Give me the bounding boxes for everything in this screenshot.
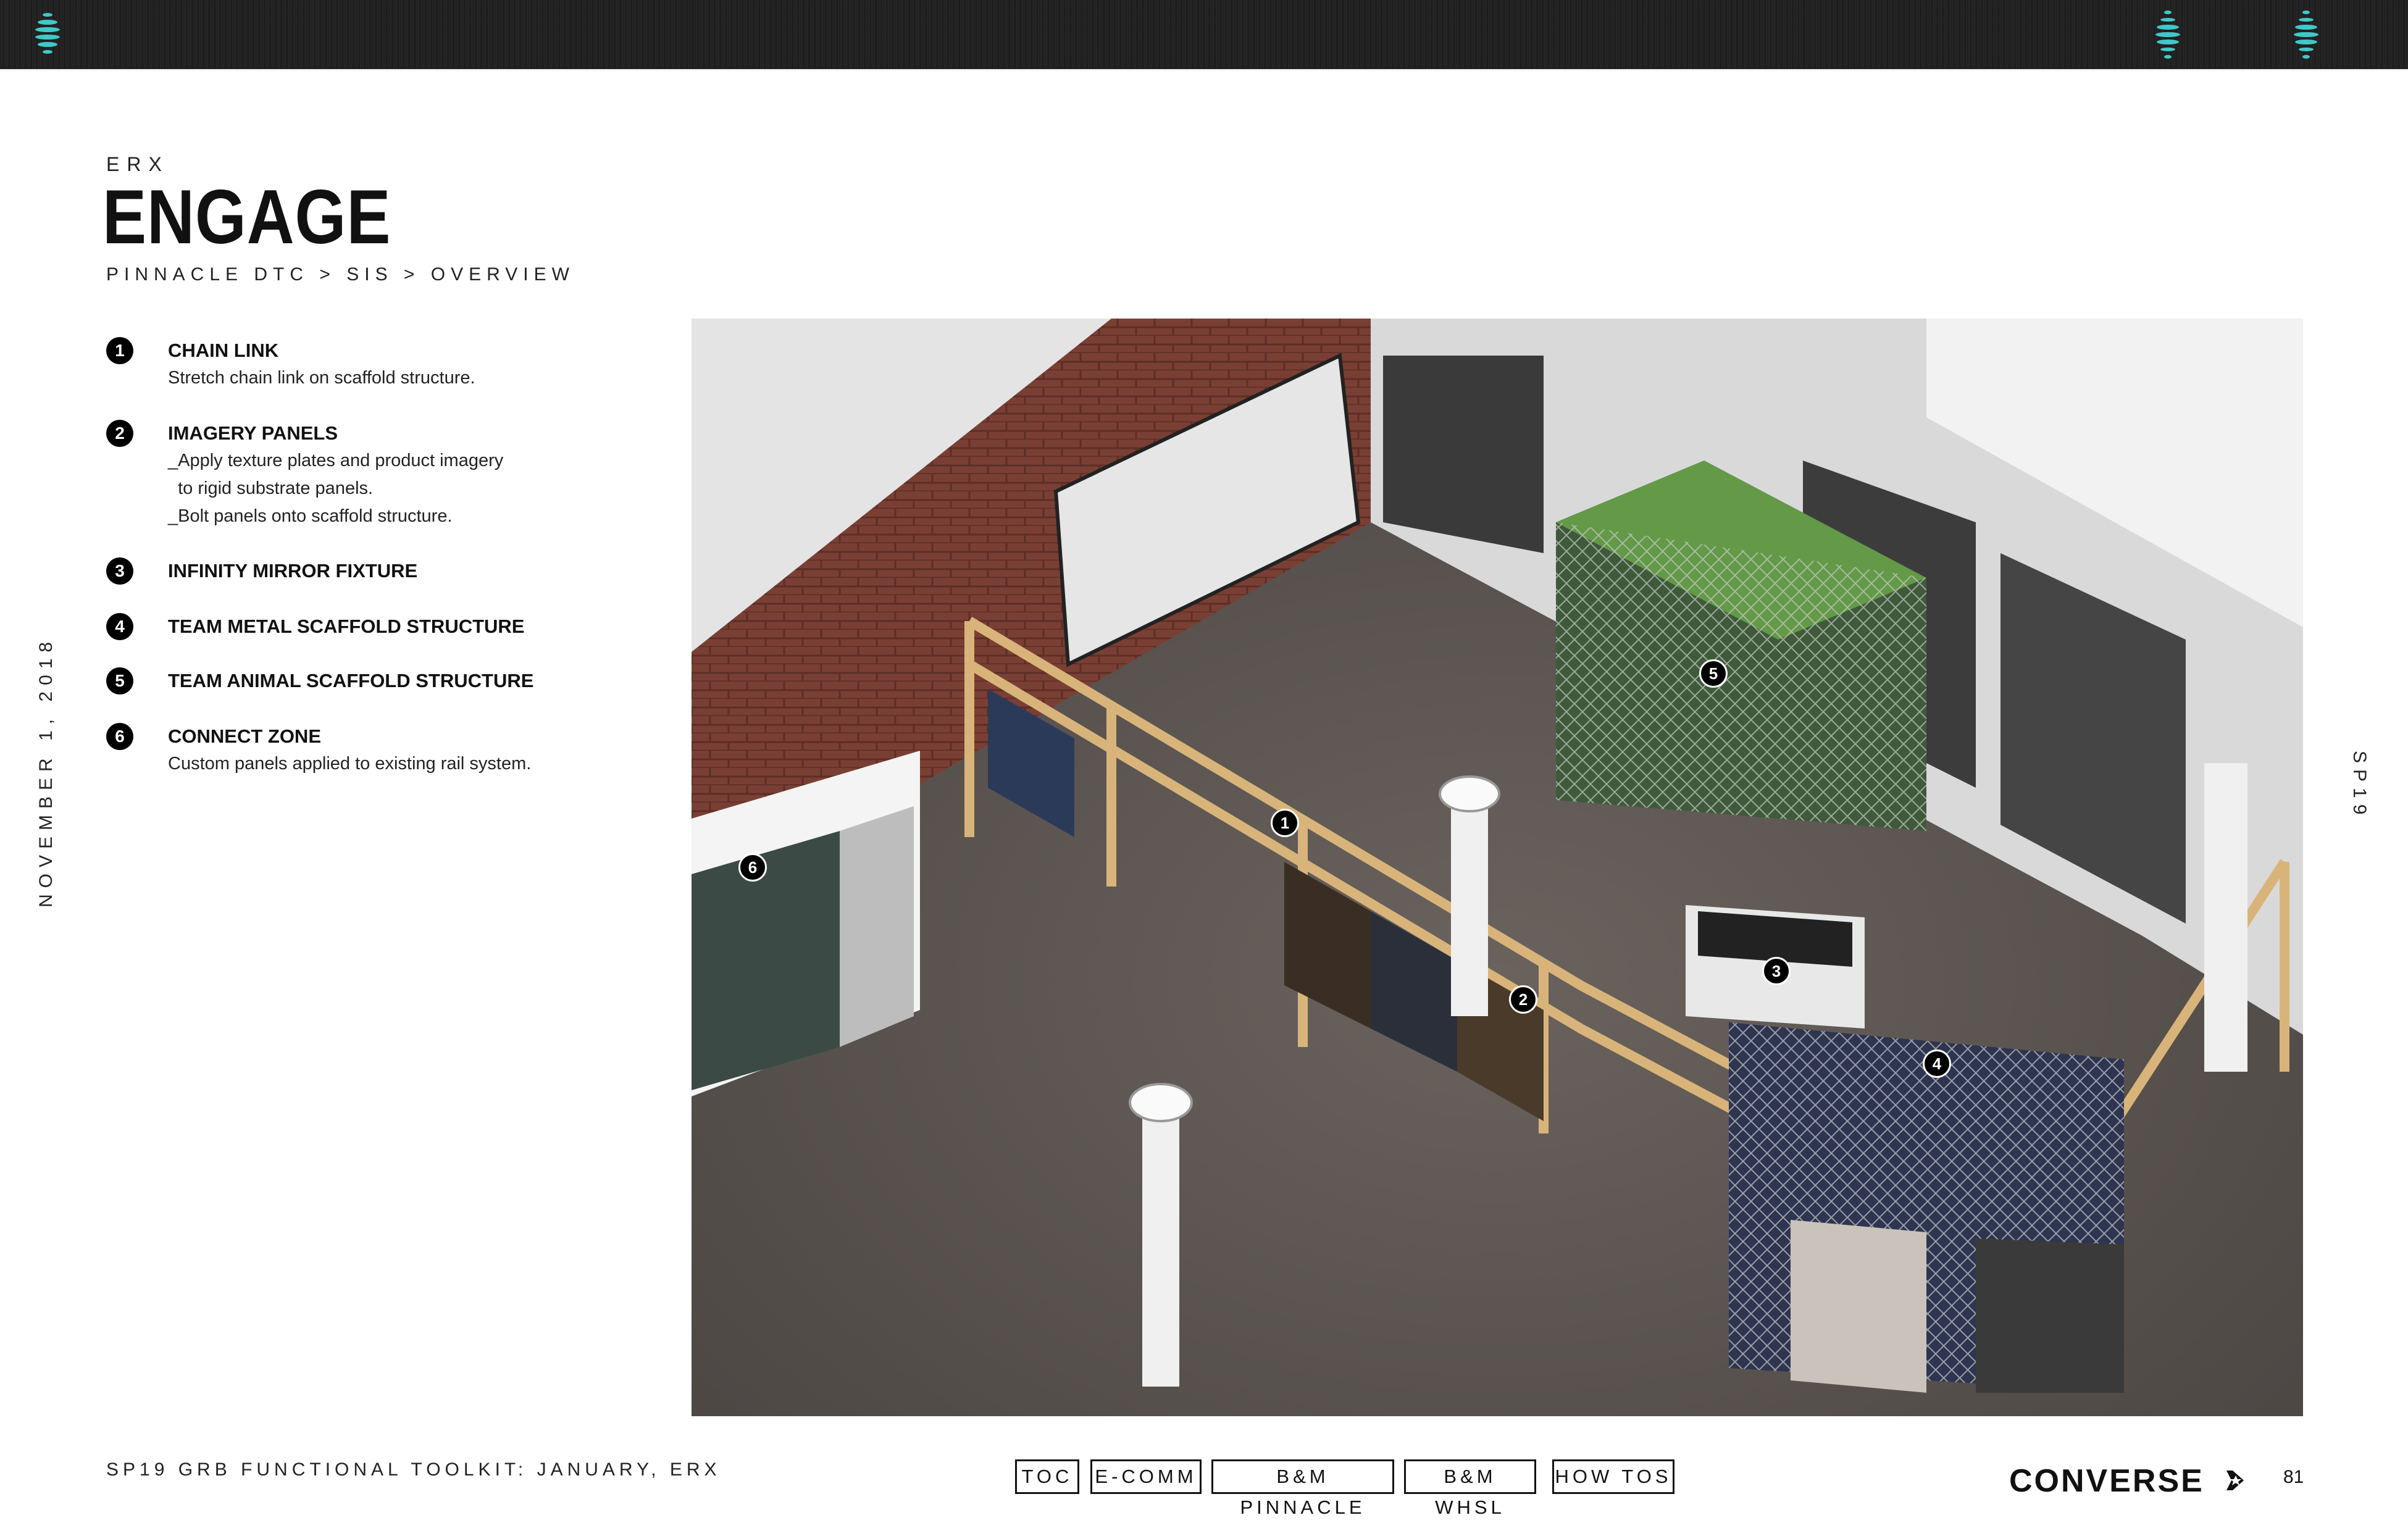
legend-title: CHAIN LINK: [168, 340, 279, 361]
side-date-label: NOVEMBER 1, 2018: [36, 635, 56, 908]
toolkit-footer: SP19 GRB FUNCTIONAL TOOLKIT: JANUARY, ER…: [106, 1459, 721, 1480]
legend-title: IMAGERY PANELS: [168, 422, 338, 444]
marker-4: 4: [1923, 1049, 1951, 1078]
converse-logo: CONVERSE: [2009, 1463, 2204, 1499]
legend-title: INFINITY MIRROR FIXTURE: [168, 560, 418, 582]
legend-title: TEAM ANIMAL SCAFFOLD STRUCTURE: [168, 670, 534, 691]
page-title: ENGAGE: [102, 175, 391, 260]
number-badge: 2: [106, 420, 133, 447]
section-eyebrow: ERX: [106, 153, 169, 175]
wave-icon: [2294, 10, 2318, 59]
wave-icon: [2155, 10, 2180, 59]
number-badge: 3: [106, 557, 133, 585]
legend-item-team-animal: 5 TEAM ANIMAL SCAFFOLD STRUCTURE: [106, 667, 662, 723]
legend-desc: Custom panels applied to existing rail s…: [168, 754, 532, 774]
side-season-label: SP19: [2349, 751, 2370, 821]
legend-item-chain-link: 1 CHAIN LINK Stretch chain link on scaff…: [106, 337, 662, 420]
nav-button-bm-pinnacle[interactable]: B&M PINNACLE: [1211, 1459, 1394, 1518]
breadcrumb: PINNACLE DTC > SIS > OVERVIEW: [106, 264, 575, 285]
legend-title: TEAM METAL SCAFFOLD STRUCTURE: [168, 615, 525, 637]
legend-desc: Stretch chain link on scaffold structure…: [168, 368, 475, 388]
legend-title: CONNECT ZONE: [168, 725, 321, 747]
number-badge: 1: [106, 337, 133, 364]
number-badge: 5: [106, 667, 133, 695]
nav-button-toc[interactable]: TOC: [1015, 1459, 1079, 1494]
legend-list: 1 CHAIN LINK Stretch chain link on scaff…: [106, 337, 662, 778]
nav-button-e-comm[interactable]: E-COMM: [1090, 1459, 1202, 1494]
legend-item-imagery-panels: 2 IMAGERY PANELS _Apply texture plates a…: [106, 420, 662, 557]
marker-3: 3: [1762, 957, 1791, 985]
marker-2: 2: [1509, 985, 1537, 1014]
nav-button-bm-whsl[interactable]: B&M WHSL: [1404, 1459, 1536, 1518]
legend-desc: _Apply texture plates and product imager…: [168, 451, 504, 526]
wave-icon: [35, 13, 60, 54]
store-rendering-illustration: [692, 319, 2303, 1416]
top-bar: [0, 0, 2408, 69]
converse-star-icon: [2214, 1471, 2244, 1490]
marker-1: 1: [1271, 809, 1299, 837]
nav-button-how-tos[interactable]: HOW TOS: [1552, 1459, 1674, 1494]
page-number: 81: [2283, 1467, 2304, 1487]
legend-item-infinity-mirror: 3 INFINITY MIRROR FIXTURE: [106, 557, 662, 613]
legend-item-connect-zone: 6 CONNECT ZONE Custom panels applied to …: [106, 723, 662, 778]
legend-item-team-metal: 4 TEAM METAL SCAFFOLD STRUCTURE: [106, 613, 662, 667]
marker-5: 5: [1699, 659, 1728, 688]
number-badge: 6: [106, 723, 133, 750]
store-rendering: 1 2 3 4 5 6: [692, 319, 2303, 1416]
number-badge: 4: [106, 613, 133, 640]
marker-6: 6: [738, 853, 767, 882]
